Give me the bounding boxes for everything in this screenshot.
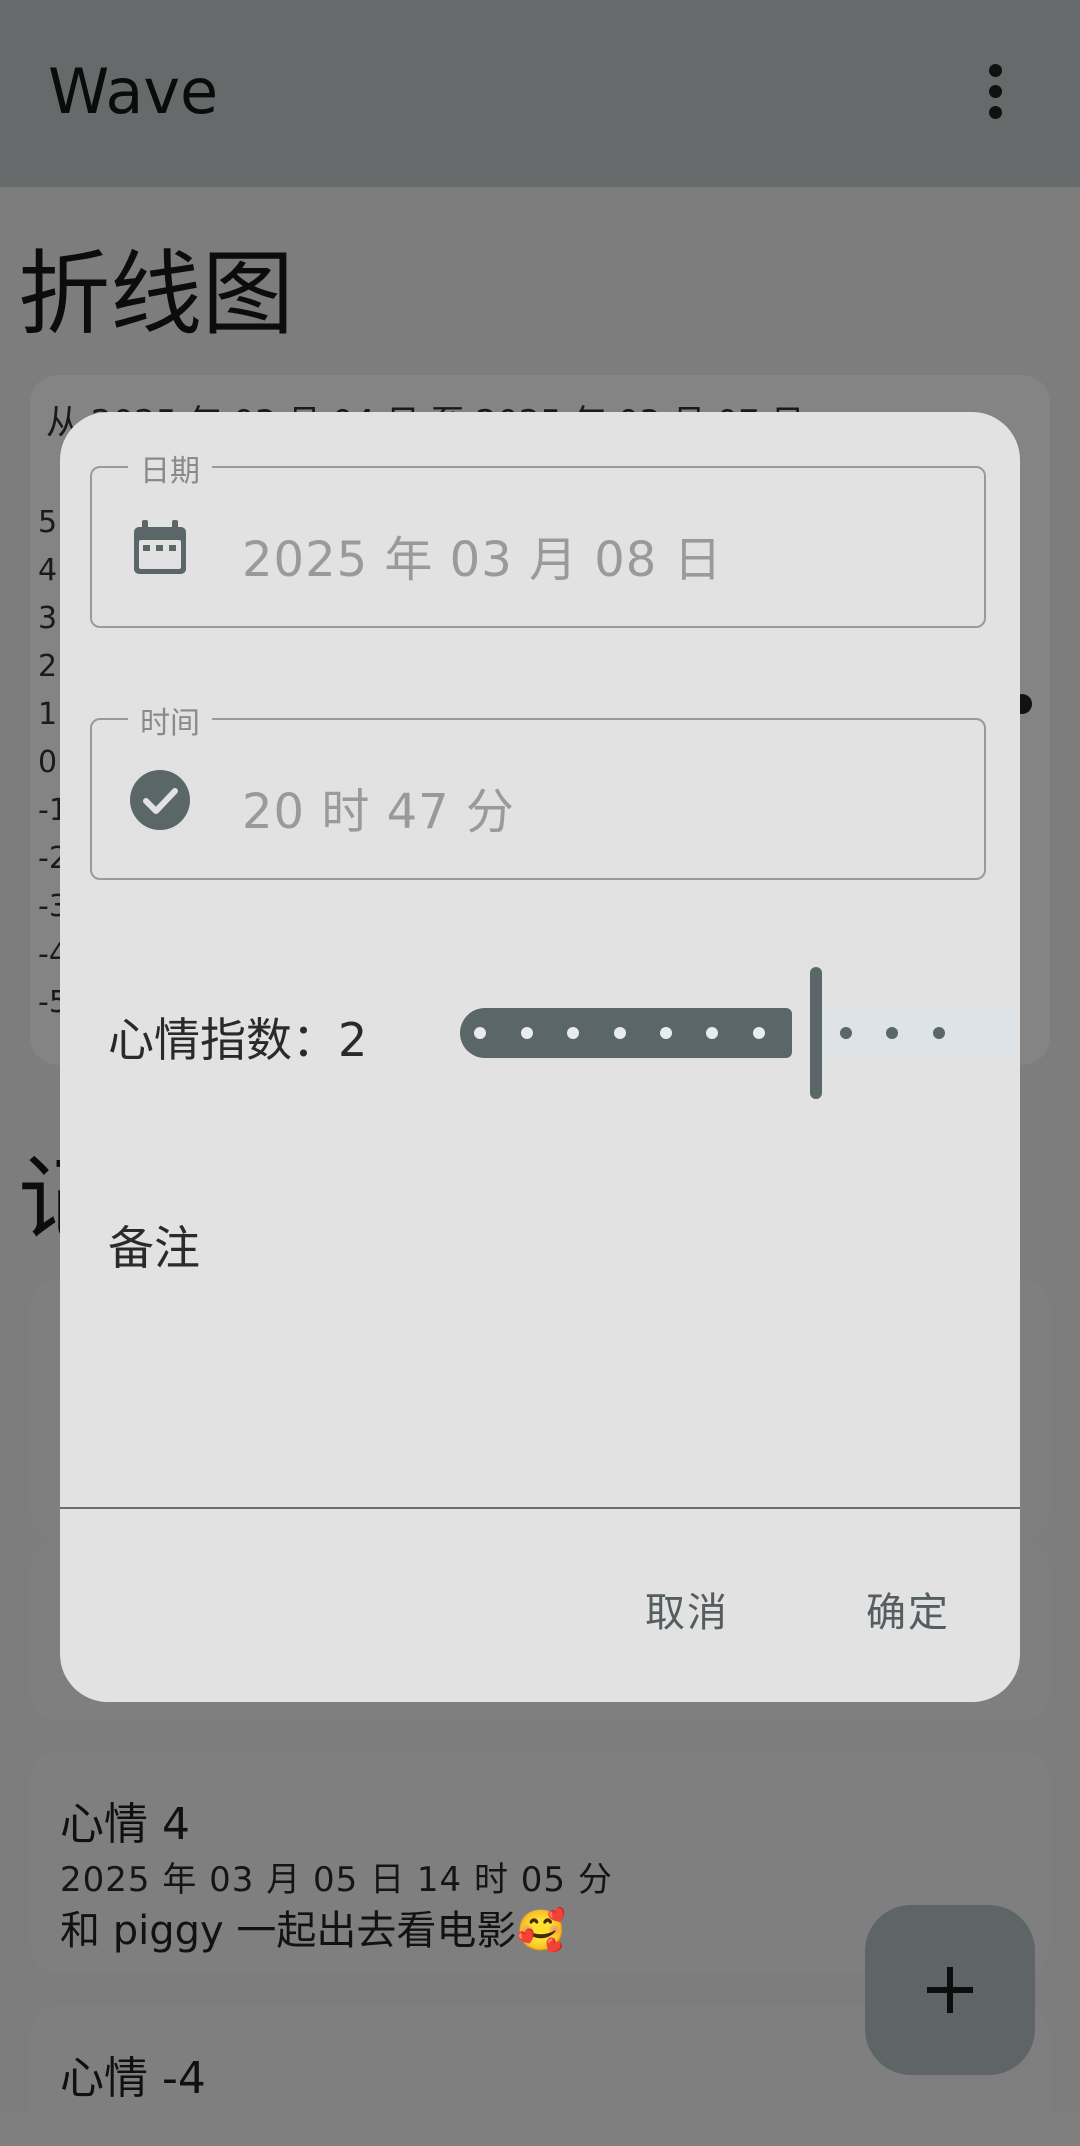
y-tick: 4 bbox=[38, 553, 58, 588]
app-bar: Wave bbox=[0, 0, 1080, 187]
mood-slider-inactive-track[interactable] bbox=[818, 1008, 1020, 1058]
y-tick: 1 bbox=[38, 697, 58, 732]
check-circle-icon bbox=[130, 770, 190, 830]
mood-slider-active-track[interactable] bbox=[460, 1008, 792, 1058]
add-record-dialog: 日期 2025 年 03 月 08 日 时间 20 时 47 分 心情指数：2 bbox=[60, 412, 1020, 1702]
cancel-button[interactable]: 取消 bbox=[645, 1580, 729, 1638]
date-field[interactable]: 日期 2025 年 03 月 08 日 bbox=[90, 446, 986, 628]
confirm-button[interactable]: 确定 bbox=[866, 1580, 950, 1638]
y-tick: 3 bbox=[38, 601, 58, 636]
y-tick: 2 bbox=[38, 649, 58, 684]
mood-slider-thumb[interactable] bbox=[810, 967, 822, 1099]
record-mood: 心情 -4 bbox=[60, 2053, 206, 2104]
plus-icon bbox=[927, 1967, 973, 2013]
mood-index-label: 心情指数：2 bbox=[108, 1013, 368, 1067]
date-field-value: 2025 年 03 月 08 日 bbox=[242, 532, 723, 588]
date-field-label: 日期 bbox=[128, 446, 212, 490]
time-field-label: 时间 bbox=[128, 698, 212, 742]
calendar-icon bbox=[134, 520, 186, 574]
record-mood: 心情 4 bbox=[60, 1799, 190, 1850]
time-field-value: 20 时 47 分 bbox=[242, 784, 515, 840]
add-record-button[interactable] bbox=[865, 1905, 1035, 2075]
more-vert-icon[interactable] bbox=[980, 64, 1010, 120]
y-tick: 0 bbox=[38, 745, 58, 780]
note-divider bbox=[60, 1507, 1020, 1509]
app-title: Wave bbox=[48, 55, 219, 128]
record-time: 2025 年 03 月 05 日 14 时 05 分 bbox=[60, 1860, 613, 1900]
chart-section-title: 折线图 bbox=[18, 241, 295, 348]
time-field[interactable]: 时间 20 时 47 分 bbox=[90, 698, 986, 880]
record-note: 和 piggy 一起出去看电影🥰 bbox=[60, 1908, 567, 1954]
y-tick: 5 bbox=[38, 505, 58, 540]
note-label: 备注 bbox=[108, 1221, 200, 1275]
